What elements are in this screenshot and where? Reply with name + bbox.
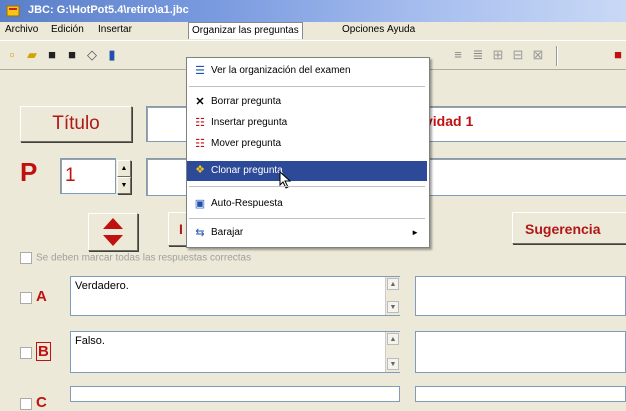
format-icon-1[interactable]: ≡ bbox=[450, 47, 466, 63]
shuffle-icon: ⇆ bbox=[195, 227, 205, 239]
scroll-down-icon[interactable]: ▼ bbox=[387, 358, 399, 370]
option-c-answer[interactable] bbox=[70, 386, 400, 402]
all-correct-checkbox[interactable] bbox=[20, 252, 32, 264]
new-file-icon[interactable]: ▫ bbox=[4, 47, 20, 63]
option-a-answer[interactable]: Verdadero. bbox=[70, 276, 400, 316]
list-icon: ☰ bbox=[195, 65, 205, 77]
window-title: JBC: G:\HotPot5.4\retiro\a1.jbc bbox=[28, 4, 189, 16]
option-c-row: C bbox=[20, 394, 47, 411]
question-number-spinner[interactable]: ▲ ▼ bbox=[117, 160, 131, 194]
menu-insertar[interactable]: Insertar bbox=[95, 24, 135, 35]
auto-answer-icon: ▣ bbox=[194, 198, 206, 210]
format-icon-3[interactable]: ⊞ bbox=[490, 47, 506, 63]
option-b-letter[interactable]: B bbox=[36, 342, 51, 361]
menu-item-auto-respuesta[interactable]: ▣ Auto-Respuesta bbox=[187, 195, 427, 213]
scroll-up-icon[interactable]: ▲ bbox=[387, 333, 399, 345]
scroll-up-icon[interactable]: ▲ bbox=[387, 278, 399, 290]
organizar-dropdown-menu: ☰ Ver la organización del examen ✕ Borra… bbox=[186, 57, 430, 248]
menu-item-barajar[interactable]: ⇆ Barajar ► bbox=[187, 224, 427, 242]
clone-icon: ❖ bbox=[195, 164, 205, 176]
move-question-button[interactable] bbox=[88, 213, 138, 251]
option-b-feedback[interactable] bbox=[415, 331, 626, 373]
scroll-down-icon[interactable]: ▼ bbox=[387, 301, 399, 313]
spinner-down-icon[interactable]: ▼ bbox=[117, 177, 131, 194]
option-b-checkbox[interactable] bbox=[20, 347, 32, 360]
save-icon[interactable]: ■ bbox=[44, 47, 60, 63]
menu-opciones[interactable]: Opciones bbox=[339, 24, 387, 35]
title-bar: JBC: G:\HotPot5.4\retiro\a1.jbc bbox=[0, 0, 626, 22]
titulo-button[interactable]: Título bbox=[20, 106, 132, 142]
option-c-checkbox[interactable] bbox=[20, 398, 32, 411]
format-icon-5[interactable]: ⊠ bbox=[530, 47, 546, 63]
option-a-letter[interactable]: A bbox=[36, 288, 47, 305]
menu-ayuda[interactable]: Ayuda bbox=[384, 24, 418, 35]
spinner-up-icon[interactable]: ▲ bbox=[117, 160, 131, 177]
menu-item-clonar[interactable]: ❖ Clonar pregunta bbox=[187, 161, 427, 181]
menu-organizar[interactable]: Organizar las preguntas bbox=[188, 22, 303, 39]
question-label: P bbox=[20, 157, 38, 187]
up-down-arrows-icon bbox=[103, 218, 123, 246]
question-number-field[interactable]: 1 bbox=[60, 158, 116, 194]
option-a-checkbox[interactable] bbox=[20, 292, 32, 305]
format-icon-2[interactable]: ≣ bbox=[470, 47, 486, 63]
sugerencia-button[interactable]: Sugerencia bbox=[512, 212, 626, 244]
menu-separator bbox=[189, 218, 425, 219]
submenu-arrow-icon: ► bbox=[411, 228, 419, 237]
menu-item-ver-organizacion[interactable]: ☰ Ver la organización del examen bbox=[187, 62, 427, 80]
menu-item-borrar[interactable]: ✕ Borrar pregunta bbox=[187, 93, 427, 111]
menu-separator bbox=[189, 186, 425, 187]
format-icon-4[interactable]: ⊟ bbox=[510, 47, 526, 63]
option-a-feedback[interactable] bbox=[415, 276, 626, 316]
option-b-scrollbar[interactable]: ▲ ▼ bbox=[385, 332, 400, 372]
option-b-answer[interactable]: Falso. bbox=[70, 331, 400, 373]
menu-item-mover[interactable]: ☷ Mover pregunta bbox=[187, 135, 427, 153]
move-icon: ☷ bbox=[195, 138, 205, 150]
toolbar-separator bbox=[556, 46, 558, 66]
menu-item-insertar[interactable]: ☷ Insertar pregunta bbox=[187, 114, 427, 132]
option-a-scrollbar[interactable]: ▲ ▼ bbox=[385, 277, 400, 315]
delete-icon: ✕ bbox=[195, 96, 205, 108]
insert-icon: ☷ bbox=[195, 117, 205, 129]
open-folder-icon[interactable]: ▰ bbox=[24, 47, 40, 63]
app-icon bbox=[6, 5, 20, 17]
menu-archivo[interactable]: Archivo bbox=[2, 24, 41, 35]
menu-bar: Archivo Edición Insertar Organizar las p… bbox=[0, 22, 626, 39]
all-correct-label: Se deben marcar todas las respuestas cor… bbox=[36, 252, 252, 264]
menu-separator bbox=[189, 86, 425, 87]
all-correct-checkbox-row[interactable]: Se deben marcar todas las respuestas cor… bbox=[20, 252, 251, 264]
option-a-row: A bbox=[20, 288, 47, 305]
option-c-feedback[interactable] bbox=[415, 386, 626, 402]
option-c-letter[interactable]: C bbox=[36, 394, 47, 411]
title-input-value: vidad 1 bbox=[425, 113, 474, 129]
tool-icon[interactable]: ▮ bbox=[104, 47, 120, 63]
menu-edicion[interactable]: Edición bbox=[48, 24, 87, 35]
stop-icon[interactable]: ■ bbox=[610, 47, 626, 63]
option-b-row: B bbox=[20, 342, 51, 361]
eraser-icon[interactable]: ◇ bbox=[84, 47, 100, 63]
save-as-icon[interactable]: ■ bbox=[64, 47, 80, 63]
